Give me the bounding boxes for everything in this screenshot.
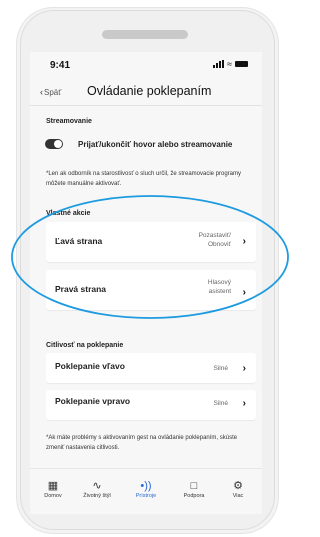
toggle-knob xyxy=(54,140,62,148)
chevron-right-icon: › xyxy=(242,236,246,247)
card-value: Silné xyxy=(213,400,228,407)
battery-icon xyxy=(235,61,248,67)
card-label: Poklepanie vľavo xyxy=(55,361,125,371)
chevron-right-icon: › xyxy=(242,398,246,409)
sensitivity-note: *Ak máte problémy s aktivovaním gest na … xyxy=(46,435,238,451)
chevron-right-icon: › xyxy=(242,363,246,374)
hearing-aid-icon: •)) xyxy=(140,480,152,492)
tab-devices[interactable]: •)) Prístroje xyxy=(126,479,166,499)
bottom-tab-bar: ▦ Domov ∿ Životný štýl •)) Prístroje □ P… xyxy=(30,468,262,514)
back-label: Späť xyxy=(44,87,62,97)
page-title: Ovládanie poklepaním xyxy=(87,84,212,98)
status-time: 9:41 xyxy=(50,60,71,71)
phone-speaker-notch xyxy=(102,30,188,39)
back-button[interactable]: ‹ Späť xyxy=(40,87,61,97)
sensitivity-right[interactable]: Poklepanie vpravo Silné › xyxy=(46,390,256,420)
chat-icon: □ xyxy=(190,480,198,492)
card-value: Pozastaviť/ Obnoviť xyxy=(198,232,231,248)
tab-more[interactable]: ⚙ Viac xyxy=(218,479,258,499)
section-label-streaming: Streamovanie xyxy=(46,118,92,125)
card-label: Poklepanie vpravo xyxy=(55,396,131,406)
status-bar: 9:41 ≈ xyxy=(30,52,262,74)
wifi-icon: ≈ xyxy=(227,59,232,69)
custom-action-left-side[interactable]: Ľavá strana Pozastaviť/ Obnoviť › xyxy=(46,222,256,262)
nav-divider xyxy=(30,105,262,106)
sensitivity-left[interactable]: Poklepanie vľavo Silné › xyxy=(46,353,256,383)
card-label: Ľavá strana xyxy=(55,236,103,246)
tab-lifestyle[interactable]: ∿ Životný štýl xyxy=(77,479,117,499)
tab-support[interactable]: □ Podpora xyxy=(174,479,214,499)
section-label-sensitivity: Citlivosť na poklepanie xyxy=(46,342,124,349)
activity-icon: ∿ xyxy=(92,480,102,492)
card-label: Pravá strana xyxy=(55,284,107,294)
gear-icon: ⚙ xyxy=(233,480,243,492)
custom-action-right-side[interactable]: Pravá strana Hlasový asistent › xyxy=(46,270,256,310)
streaming-toggle-label: Prijať/ukončiť hovor alebo streamovanie xyxy=(78,140,233,149)
grid-icon: ▦ xyxy=(47,480,59,492)
streaming-note: *Len ak odborník na starostlivosť o sluc… xyxy=(46,171,242,187)
card-value: Hlasový asistent xyxy=(207,279,231,295)
chevron-left-icon: ‹ xyxy=(40,87,43,97)
app-screen: 9:41 ≈ ‹ Späť Ovládanie poklepaním Strea… xyxy=(30,52,262,514)
card-value: Silné xyxy=(213,365,228,372)
status-icons: ≈ xyxy=(213,59,248,69)
streaming-toggle[interactable] xyxy=(45,139,63,149)
tab-home[interactable]: ▦ Domov xyxy=(33,479,73,499)
section-label-custom-actions: Vlastné akcie xyxy=(46,210,91,217)
chevron-right-icon: › xyxy=(242,287,246,298)
signal-icon xyxy=(213,60,225,68)
navigation-bar: ‹ Späť Ovládanie poklepaním xyxy=(30,82,262,104)
